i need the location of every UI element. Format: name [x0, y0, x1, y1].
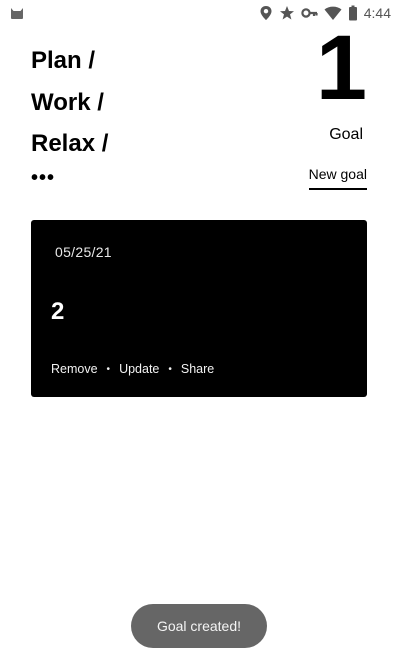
toast-text: Goal created! — [156, 618, 242, 634]
toast-message: Goal created! — [131, 604, 267, 648]
title-work[interactable]: Work / — [31, 82, 108, 124]
location-icon — [260, 6, 272, 20]
title-relax[interactable]: Relax / — [31, 123, 108, 165]
goal-value: 2 — [51, 298, 65, 325]
star-icon — [279, 6, 294, 20]
goal-card[interactable]: 05/25/21 2 Remove • Update • Share — [31, 220, 367, 397]
new-goal-button[interactable]: New goal — [308, 166, 367, 190]
action-separator: • — [106, 363, 111, 375]
app-screen: 4:44 Plan / Work / Relax / ••• 1 Goal Ne… — [0, 0, 399, 652]
goal-count: 1 — [315, 17, 367, 119]
goal-count-label: Goal — [329, 126, 363, 143]
goal-date: 05/25/21 — [55, 244, 112, 260]
share-button[interactable]: Share — [181, 362, 214, 376]
title-plan[interactable]: Plan / — [31, 40, 108, 82]
category-title: Plan / Work / Relax / ••• — [31, 40, 108, 189]
cat-notification-icon — [9, 5, 25, 21]
status-time: 4:44 — [363, 5, 391, 21]
update-button[interactable]: Update — [119, 362, 159, 376]
remove-button[interactable]: Remove — [51, 362, 98, 376]
goal-card-actions: Remove • Update • Share — [51, 362, 214, 376]
action-separator: • — [168, 363, 172, 375]
more-options-icon[interactable]: ••• — [31, 167, 108, 189]
